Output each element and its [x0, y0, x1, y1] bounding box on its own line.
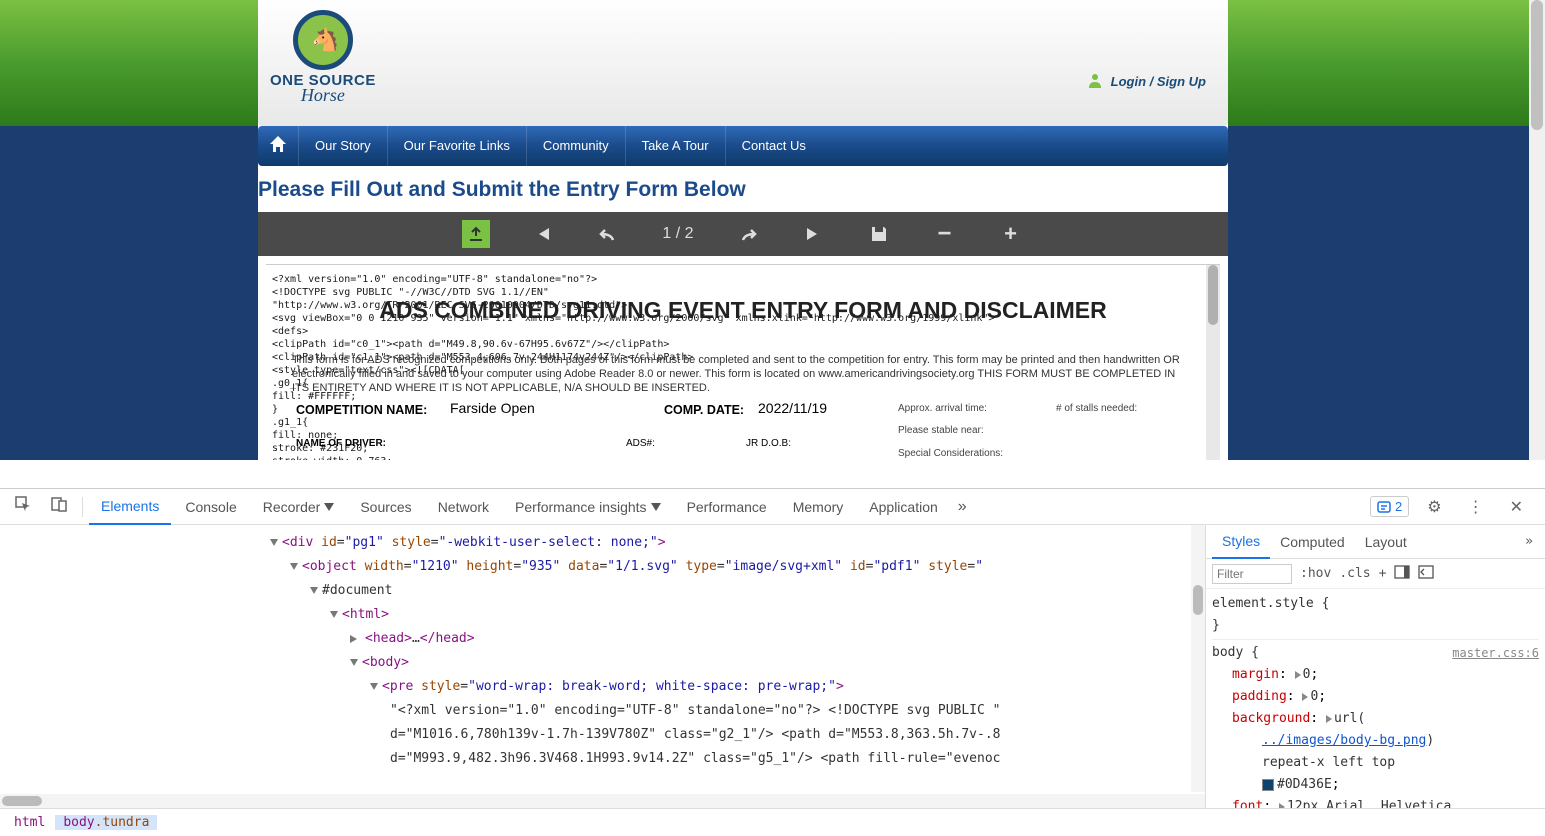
tab-perf-insights[interactable]: Performance insights [503, 489, 673, 525]
kebab-menu-icon[interactable]: ⋮ [1460, 497, 1492, 517]
save-button[interactable] [866, 221, 892, 247]
first-page-button[interactable] [530, 221, 556, 247]
styles-more-icon[interactable]: » [1519, 534, 1539, 549]
devtools-tabs: Elements Console Recorder Sources Networ… [0, 489, 1545, 525]
tab-recorder[interactable]: Recorder [251, 489, 347, 525]
rule-source-link[interactable]: master.css:6 [1452, 642, 1539, 664]
page-scrollbar[interactable] [1529, 0, 1545, 460]
download-button[interactable] [462, 220, 490, 248]
value-comp-date: 2022/11/19 [758, 400, 827, 416]
devtools-panel: Elements Console Recorder Sources Networ… [0, 488, 1545, 836]
nav-community[interactable]: Community [526, 126, 625, 166]
label-ads-num: ADS#: [626, 438, 655, 449]
site-header: 🐴 ONE SOURCE Horse Login / Sign Up [258, 0, 1228, 126]
dom-vscroll[interactable] [1191, 525, 1205, 792]
label-comp-date: COMP. DATE: [664, 403, 744, 417]
tab-console[interactable]: Console [173, 489, 248, 525]
cls-toggle[interactable]: .cls [1339, 566, 1370, 581]
pdf-toolbar: 1 / 2 − + [258, 212, 1228, 256]
pdf-page: <?xml version="1.0" encoding="UTF-8" sta… [266, 264, 1220, 460]
label-stalls: # of stalls needed: [1056, 403, 1137, 414]
nav-home-icon[interactable] [258, 136, 298, 157]
tab-network[interactable]: Network [426, 489, 501, 525]
bg-image-link[interactable]: ../images/body-bg.png [1262, 733, 1426, 748]
styles-tab-styles[interactable]: Styles [1212, 525, 1270, 559]
pdf-form-description: This form is for ADS recognized competit… [292, 353, 1180, 395]
dom-hscroll[interactable] [0, 794, 1205, 808]
hov-toggle[interactable]: :hov [1300, 566, 1331, 581]
page-indicator: 1 / 2 [662, 225, 693, 243]
breadcrumb-body[interactable]: body.tundra [55, 815, 157, 830]
label-stable-near: Please stable near: [898, 425, 984, 436]
nav-contact[interactable]: Contact Us [725, 126, 822, 166]
nav-favorite-links[interactable]: Our Favorite Links [387, 126, 526, 166]
styles-pane: Styles Computed Layout » :hov .cls + ele… [1205, 525, 1545, 808]
zoom-out-button[interactable]: − [932, 221, 958, 247]
device-toggle-icon[interactable] [42, 495, 76, 518]
tab-memory[interactable]: Memory [781, 489, 856, 525]
prop-padding[interactable]: padding: 0; [1212, 686, 1539, 708]
tab-sources[interactable]: Sources [348, 489, 423, 525]
nav-take-tour[interactable]: Take A Tour [625, 126, 725, 166]
close-icon[interactable]: ✕ [1502, 497, 1531, 517]
label-competition-name: COMPETITION NAME: [296, 403, 427, 417]
styles-filter-input[interactable] [1212, 564, 1292, 584]
issues-button[interactable]: 2 [1370, 496, 1409, 517]
more-tabs-icon[interactable]: » [952, 498, 973, 516]
prop-margin[interactable]: margin: 0; [1212, 664, 1539, 686]
body-rule-selector[interactable]: body { [1212, 645, 1259, 660]
new-style-rule-icon[interactable]: + [1379, 566, 1387, 581]
pdf-scrollbar[interactable] [1206, 265, 1220, 460]
label-driver-name: NAME OF DRIVER: [296, 438, 386, 449]
breadcrumb-html[interactable]: html [6, 815, 53, 830]
element-style-rule[interactable]: element.style { [1212, 593, 1539, 615]
prop-font[interactable]: font: 12px Arial, Helvetica, [1212, 796, 1539, 808]
pin-icon [651, 503, 661, 511]
pdf-form-title: ADS COMBINED DRIVING EVENT ENTRY FORM AN… [266, 297, 1220, 324]
tab-performance[interactable]: Performance [675, 489, 779, 525]
prop-background[interactable]: background: url( [1212, 708, 1539, 730]
label-arrival-time: Approx. arrival time: [898, 403, 987, 414]
styles-tab-computed[interactable]: Computed [1270, 525, 1355, 559]
login-signup-link[interactable]: Login / Sign Up [1111, 74, 1206, 89]
color-swatch[interactable] [1262, 779, 1274, 791]
styles-tab-layout[interactable]: Layout [1355, 525, 1417, 559]
redo-button[interactable] [734, 221, 760, 247]
label-jr-dob: JR D.O.B: [746, 438, 791, 449]
dom-breadcrumbs: html body.tundra [0, 808, 1545, 836]
page-title: Please Fill Out and Submit the Entry For… [258, 178, 1228, 212]
toggle-sidebar-icon[interactable] [1418, 565, 1434, 583]
site-logo[interactable]: 🐴 ONE SOURCE Horse [270, 10, 376, 106]
zoom-in-button[interactable]: + [998, 221, 1024, 247]
settings-icon[interactable]: ⚙ [1419, 497, 1449, 517]
last-page-button[interactable] [800, 221, 826, 247]
nav-our-story[interactable]: Our Story [298, 126, 387, 166]
label-special: Special Considerations: [898, 448, 1003, 459]
undo-button[interactable] [596, 221, 622, 247]
pin-icon [324, 503, 334, 511]
value-competition-name: Farside Open [450, 400, 535, 416]
user-icon [1087, 72, 1103, 91]
horse-icon: 🐴 [312, 27, 339, 53]
tab-application[interactable]: Application [857, 489, 950, 525]
dom-tree[interactable]: <div id="pg1" style="-webkit-user-select… [0, 525, 1205, 808]
computed-sidebar-icon[interactable] [1394, 565, 1410, 583]
tab-elements[interactable]: Elements [89, 489, 171, 525]
inspect-icon[interactable] [6, 495, 40, 518]
main-nav: Our Story Our Favorite Links Community T… [258, 126, 1228, 166]
